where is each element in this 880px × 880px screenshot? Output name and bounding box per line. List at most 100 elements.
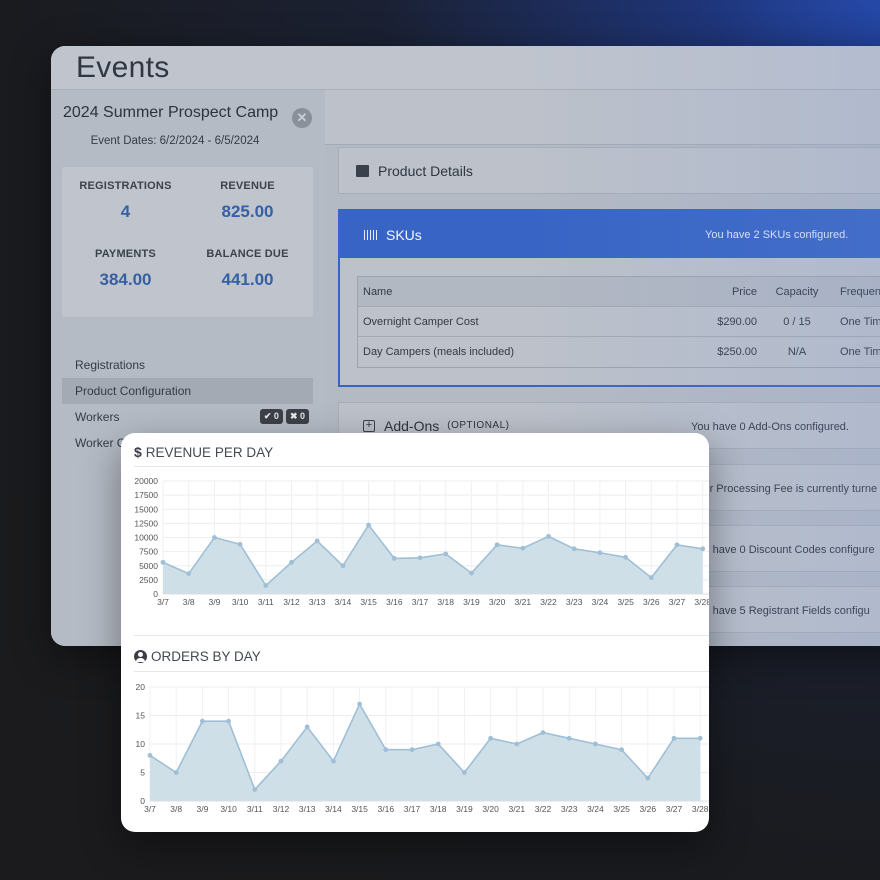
stat-value: 825.00 [221, 202, 274, 221]
x-tick-label: 3/16 [378, 804, 395, 814]
addons-count-note: You have 0 Add-Ons configured. [691, 421, 849, 433]
data-point [252, 787, 258, 792]
data-point [160, 559, 166, 565]
stat-revenue: REVENUE 825.00 [185, 180, 310, 222]
data-point [147, 753, 153, 758]
data-point [186, 571, 192, 577]
col-capacity: Capacity [775, 285, 819, 298]
data-point [226, 718, 231, 724]
close-icon[interactable]: ✕ [292, 108, 312, 128]
sidebar-item-registrations[interactable]: Registrations [62, 352, 313, 378]
user-circle-icon [134, 650, 147, 663]
y-tick-label: 10 [136, 739, 146, 749]
x-tick-label: 3/20 [482, 804, 499, 814]
x-tick-label: 3/25 [617, 597, 634, 607]
panel-title: SKUs [386, 226, 422, 243]
data-point [278, 758, 284, 764]
stat-registrations: REGISTRATIONS 4 [63, 180, 188, 222]
col-price: Price [731, 285, 757, 298]
stat-payments: PAYMENTS 384.00 [63, 248, 188, 290]
plus-square-icon: + [363, 419, 375, 432]
x-tick-label: 3/8 [183, 597, 195, 607]
x-tick-label: 3/12 [273, 804, 290, 814]
data-point [212, 535, 217, 540]
skus-header[interactable]: SKUs You have 2 SKUs configured. [340, 211, 880, 258]
x-tick-label: 3/8 [170, 804, 182, 814]
sku-capacity: 0 / 15 [783, 315, 811, 328]
x-tick-label: 3/25 [613, 804, 630, 814]
divider [134, 466, 709, 467]
data-point [331, 758, 336, 764]
x-tick-label: 3/21 [509, 804, 526, 814]
data-point [648, 575, 654, 581]
divider [134, 671, 709, 672]
product-details-panel[interactable]: Product Details [338, 147, 880, 194]
x-tick-label: 3/22 [535, 804, 552, 814]
y-tick-label: 20000 [134, 476, 158, 486]
data-point [263, 583, 269, 588]
event-name: 2024 Summer Prospect Camp [63, 104, 279, 121]
data-point [697, 735, 703, 741]
y-tick-label: 15000 [134, 504, 158, 514]
data-point [435, 741, 441, 747]
x-tick-label: 3/13 [309, 597, 326, 607]
data-point [314, 538, 320, 544]
data-point [700, 546, 706, 552]
stat-balance-due: BALANCE DUE 441.00 [185, 248, 310, 290]
box-icon [356, 164, 369, 177]
y-tick-label: 10000 [134, 533, 158, 543]
x-tick-label: 3/23 [566, 597, 583, 607]
stat-value: 441.00 [221, 270, 274, 289]
sku-table: Name Price Capacity Frequenc Overnight C… [357, 276, 880, 368]
sku-capacity: N/A [787, 346, 807, 358]
stat-label: BALANCE DUE [206, 248, 289, 260]
data-point [417, 555, 423, 561]
data-point [514, 741, 520, 747]
x-tick-label: 3/17 [404, 804, 421, 814]
content-top-band [325, 90, 880, 145]
y-tick-label: 5 [140, 768, 145, 778]
x-tick-label: 3/28 [694, 597, 709, 607]
data-point [237, 541, 243, 547]
data-point [546, 533, 551, 539]
col-name: Name [363, 285, 393, 298]
data-point [488, 735, 493, 741]
dollar-icon: $ [134, 444, 142, 460]
revenue-per-day-chart: 025005000750010000125001500017500200003/… [134, 476, 709, 607]
x-tick-label: 3/7 [157, 597, 169, 607]
x-tick-label: 3/15 [360, 597, 377, 607]
data-point [593, 741, 598, 747]
x-tick-label: 3/12 [283, 597, 300, 607]
data-point [357, 701, 362, 707]
x-tick-label: 3/26 [640, 804, 657, 814]
y-tick-label: 7500 [139, 547, 158, 557]
discount-codes-note: You have 0 Discount Codes configure [691, 544, 875, 556]
stat-label: PAYMENTS [95, 248, 156, 260]
sidebar-item-workers[interactable]: Workers ✔ 0 ✖ 0 [62, 404, 313, 430]
data-point [304, 724, 310, 730]
x-tick-label: 3/21 [515, 597, 532, 607]
sku-frequency: One Time [840, 315, 880, 328]
skus-count-note: You have 2 SKUs configured. [705, 228, 849, 241]
series-area [150, 704, 701, 801]
sidebar-item-product-configuration[interactable]: Product Configuration [62, 378, 313, 404]
data-point [409, 747, 415, 753]
x-tick-label: 3/15 [351, 804, 368, 814]
y-tick-label: 17500 [134, 490, 158, 500]
chart-title: REVENUE PER DAY [145, 444, 274, 460]
x-tick-label: 3/24 [587, 804, 604, 814]
table-row[interactable]: Overnight Camper Cost $290.00 0 / 15 One… [358, 307, 880, 337]
x-tick-label: 3/17 [412, 597, 429, 607]
x-count-badge: ✖ 0 [285, 409, 309, 424]
y-tick-label: 2500 [139, 575, 158, 585]
data-point [540, 730, 546, 735]
x-tick-label: 3/14 [325, 804, 342, 814]
x-tick-label: 3/28 [692, 804, 709, 814]
sidebar-item-label: Registrations [75, 358, 146, 372]
x-tick-label: 3/10 [232, 597, 249, 607]
sidebar-item-label: Product Configuration [75, 384, 192, 398]
table-header: Name Price Capacity Frequenc [358, 277, 880, 307]
data-point [200, 718, 205, 724]
table-row[interactable]: Day Campers (meals included) $250.00 N/A… [358, 337, 880, 367]
x-tick-label: 3/7 [144, 804, 156, 814]
